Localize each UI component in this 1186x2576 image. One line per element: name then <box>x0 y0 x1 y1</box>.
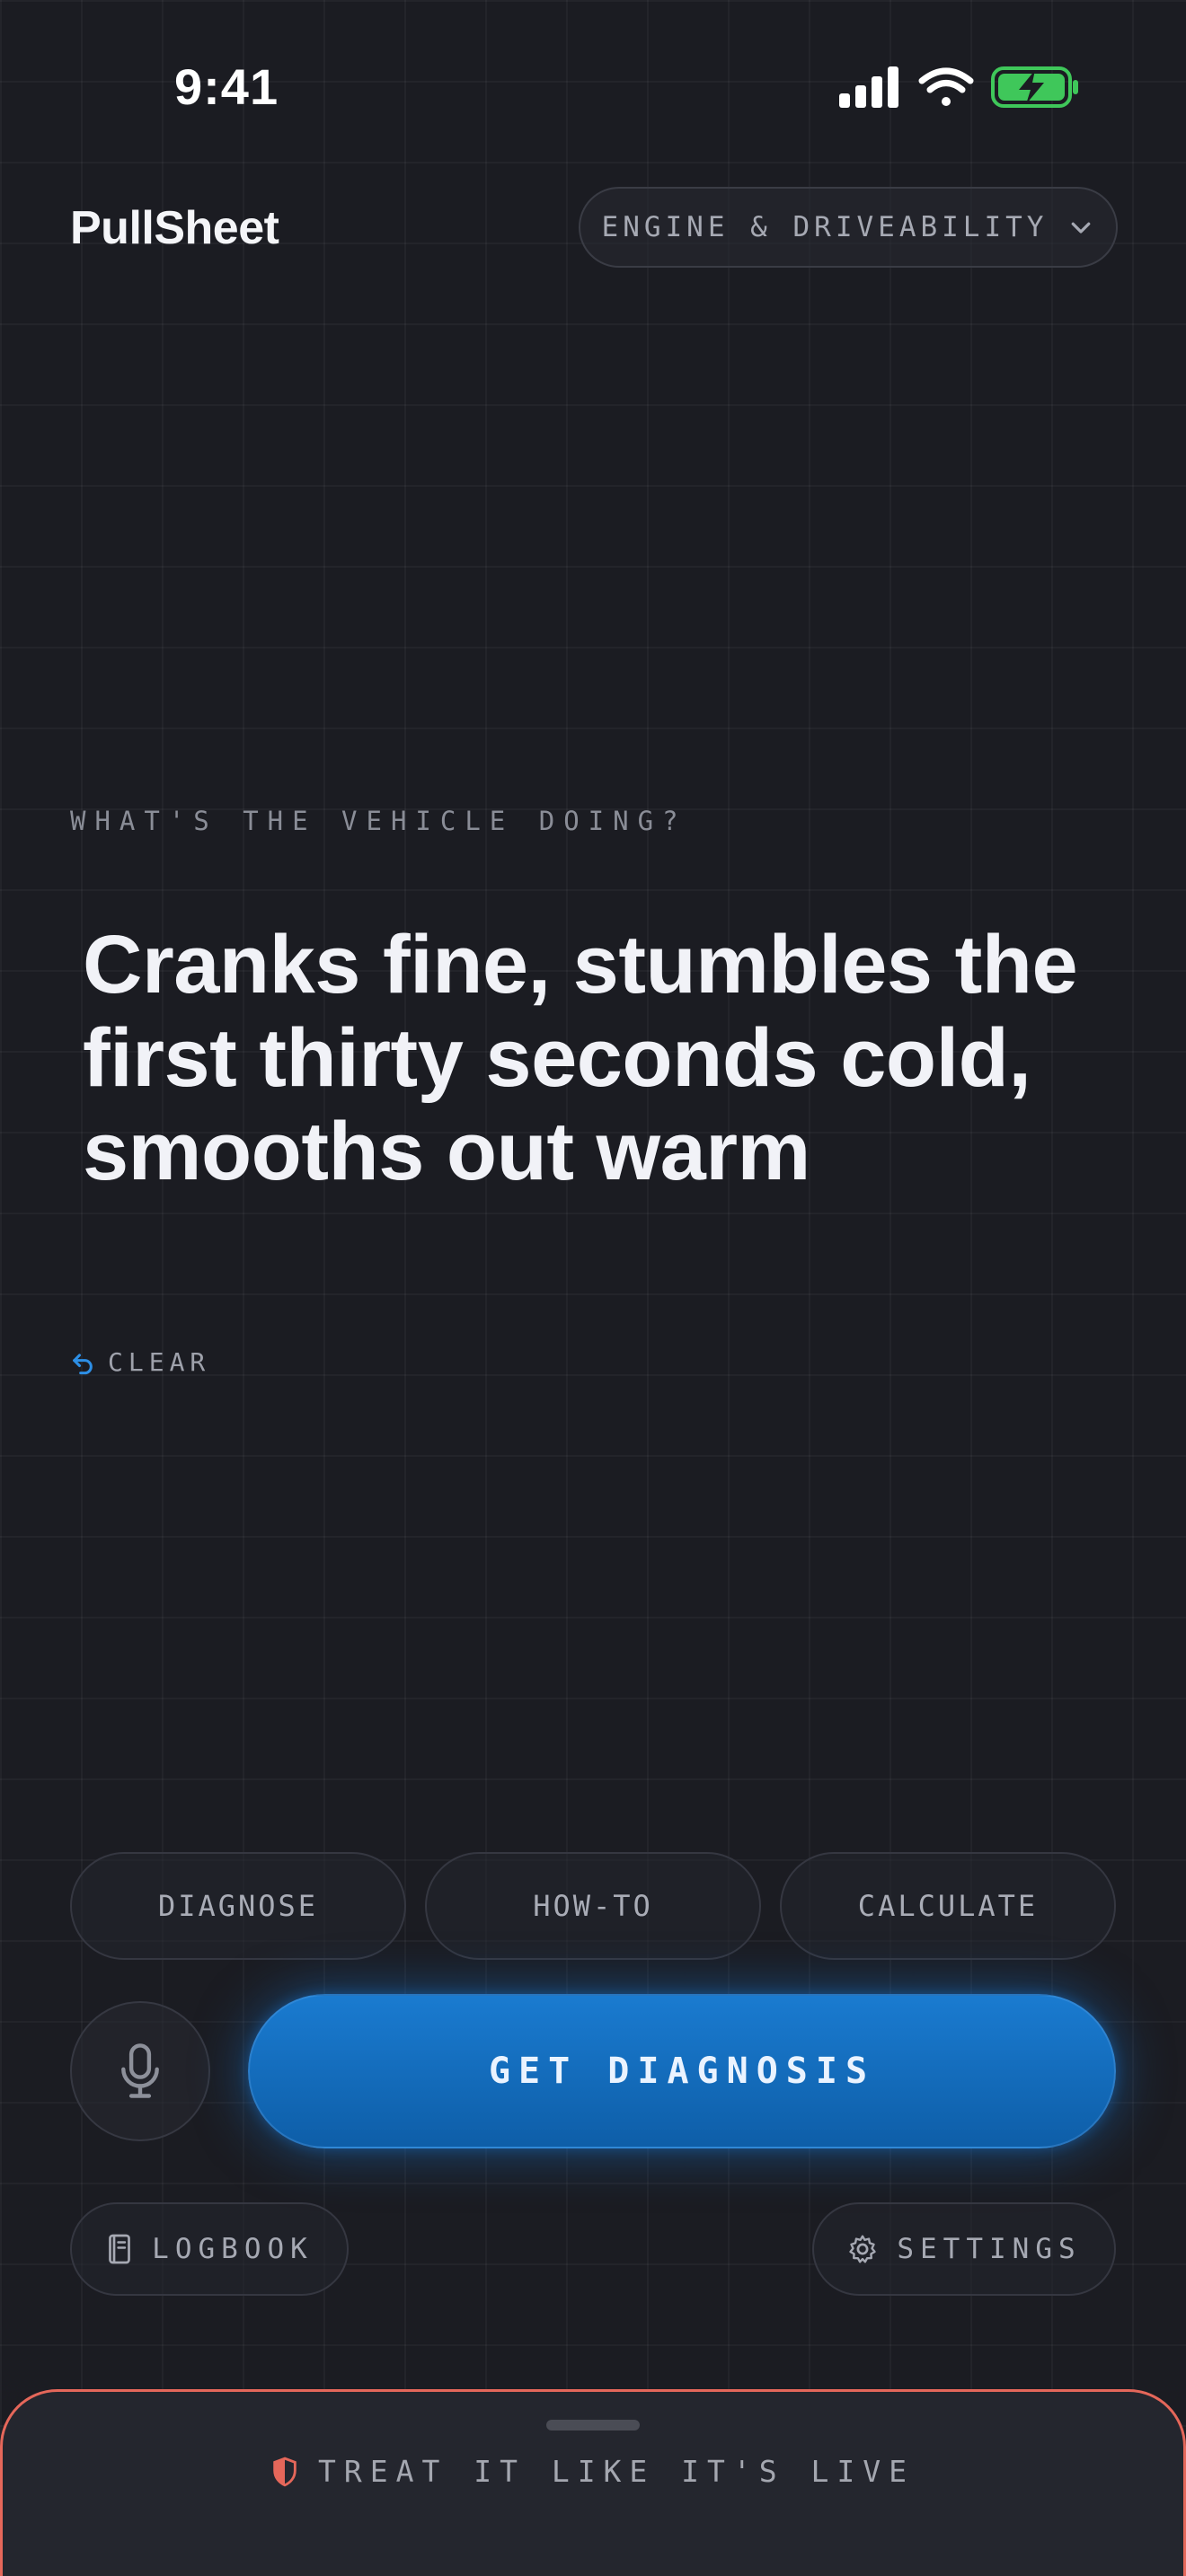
signal-icon <box>839 66 898 108</box>
logbook-button[interactable]: LOGBOOK <box>70 2202 349 2296</box>
microphone-icon <box>121 2043 159 2098</box>
clear-button[interactable]: CLEAR <box>70 1347 210 1377</box>
settings-label: SETTINGS <box>897 2233 1082 2265</box>
sheet-title: TREAT IT LIKE IT'S LIVE <box>0 2454 1186 2489</box>
category-select[interactable]: ENGINE & DRIVEABILITY <box>579 187 1118 268</box>
mode-tab-calculate[interactable]: CALCULATE <box>780 1852 1116 1960</box>
sheet-title-text: TREAT IT LIKE IT'S LIVE <box>318 2454 915 2489</box>
status-time: 9:41 <box>174 58 279 115</box>
symptom-input[interactable]: Cranks fine, stumbles the first thirty s… <box>83 918 1116 1198</box>
shield-icon <box>273 2457 296 2486</box>
logbook-label: LOGBOOK <box>152 2233 314 2265</box>
gear-icon <box>849 2235 877 2263</box>
settings-button[interactable]: SETTINGS <box>812 2202 1116 2296</box>
book-icon <box>109 2234 131 2264</box>
mode-tab-diagnose[interactable]: DIAGNOSE <box>70 1852 406 1960</box>
get-diagnosis-button[interactable]: GET DIAGNOSIS <box>248 1994 1116 2148</box>
chevron-down-icon <box>1072 222 1091 234</box>
undo-icon <box>73 1353 93 1374</box>
category-select-value: ENGINE & DRIVEABILITY <box>601 211 1049 243</box>
mode-tab-how-to[interactable]: HOW-TO <box>425 1852 761 1960</box>
status-icons <box>839 66 1078 108</box>
sheet-grabber[interactable] <box>546 2420 640 2430</box>
voice-input-button[interactable] <box>70 2001 210 2141</box>
app-brand: PullSheet <box>70 202 279 254</box>
battery-charging-icon <box>991 66 1078 108</box>
clear-label: CLEAR <box>108 1347 211 1377</box>
prompt-eyebrow: WHAT'S THE VEHICLE DOING? <box>70 806 687 836</box>
wifi-icon <box>918 67 974 106</box>
